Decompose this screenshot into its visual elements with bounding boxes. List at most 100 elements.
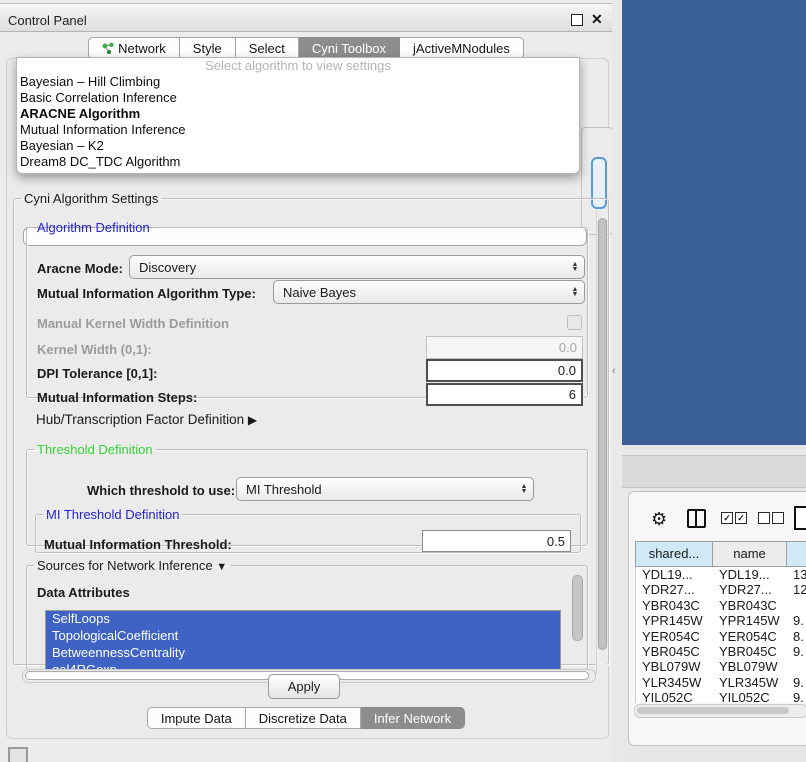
tab-select[interactable]: Select bbox=[236, 37, 299, 59]
table-row[interactable]: YBL079WYBL079W bbox=[636, 659, 806, 674]
control-panel-title: Control Panel bbox=[8, 13, 87, 28]
which-threshold-select[interactable]: MI Threshold ▲▼ bbox=[236, 477, 534, 501]
dropdown-prompt: Select algorithm to view settings bbox=[17, 58, 579, 74]
tab-style[interactable]: Style bbox=[180, 37, 236, 59]
column-header[interactable]: name bbox=[712, 541, 786, 567]
checked-checkbox-icon[interactable]: ✓ bbox=[721, 512, 733, 524]
table-cell: 9. bbox=[787, 613, 806, 628]
tab-cyni-toolbox[interactable]: Cyni Toolbox bbox=[299, 37, 400, 59]
gear-icon[interactable]: ⚙ bbox=[651, 509, 667, 530]
columns-icon[interactable] bbox=[687, 509, 706, 528]
column-header[interactable] bbox=[786, 541, 806, 567]
dropdown-item[interactable]: Bayesian – K2 bbox=[17, 138, 579, 154]
table-row[interactable]: YLR345WYLR345W9. bbox=[636, 675, 806, 690]
apply-button-label: Apply bbox=[288, 679, 321, 694]
settings-vscrollbar[interactable] bbox=[596, 210, 607, 674]
table-row[interactable]: YBR043CYBR043C bbox=[636, 598, 806, 613]
table-cell: YPR145W bbox=[636, 613, 713, 628]
unchecked-checkbox-icon[interactable] bbox=[772, 512, 784, 524]
panel-splitter[interactable] bbox=[612, 0, 622, 762]
manual-kernel-checkbox[interactable] bbox=[567, 315, 582, 330]
aracne-mode-select[interactable]: Discovery ▲▼ bbox=[129, 255, 585, 279]
control-panel-titlebar: Control Panel ✕ bbox=[0, 3, 612, 32]
table-row[interactable]: YDR27...YDR27...12 bbox=[636, 582, 806, 597]
table-cell: YBL079W bbox=[636, 659, 713, 674]
algorithm-dropdown-popup: Select algorithm to view settings Bayesi… bbox=[16, 57, 580, 174]
table-row[interactable]: YBR045CYBR045C9. bbox=[636, 644, 806, 659]
tab-impute-data[interactable]: Impute Data bbox=[147, 707, 246, 729]
attributes-scrollbar[interactable] bbox=[572, 575, 583, 641]
manual-kernel-label: Manual Kernel Width Definition bbox=[37, 316, 229, 331]
dpi-tolerance-field[interactable]: 0.0 bbox=[426, 359, 583, 382]
mi-type-value: Naive Bayes bbox=[274, 285, 566, 300]
column-header[interactable]: shared... bbox=[635, 541, 712, 567]
kernel-width-label: Kernel Width (0,1): bbox=[37, 342, 152, 357]
table-cell: YDR27... bbox=[713, 582, 787, 597]
node-table: shared...name YDL19...YDL19...13YDR27...… bbox=[635, 541, 806, 703]
mi-threshold-field[interactable]: 0.5 bbox=[422, 530, 571, 552]
mi-threshold-group: MI Threshold Definition Mutual Informati… bbox=[35, 507, 581, 553]
tab-discretize-data[interactable]: Discretize Data bbox=[246, 707, 361, 729]
hub-definition-label: Hub/Transcription Factor Definition bbox=[36, 412, 244, 427]
dropdown-item[interactable]: Bayesian – Hill Climbing bbox=[17, 74, 579, 90]
tab-label: jActiveMNodules bbox=[413, 41, 510, 56]
table-cell: YPR145W bbox=[713, 613, 787, 628]
table-cell: 12 bbox=[787, 582, 806, 597]
chevron-right-icon: ▶ bbox=[248, 413, 257, 427]
table-hscroll-thumb[interactable] bbox=[637, 707, 789, 714]
settings-vscroll-thumb[interactable] bbox=[598, 218, 607, 650]
network-view-frame: GAL7GAL80GAL10GAL1GAL11SWI4GAL4GCY1HAP4Y… bbox=[622, 0, 806, 445]
checked-checkbox-icon[interactable]: ✓ bbox=[735, 512, 747, 524]
control-panel-tab-bar: NetworkStyle Select Cyni Toolbox jActiveMNo… bbox=[0, 37, 612, 59]
tab-jactivemnodules[interactable]: jActiveMNodules bbox=[400, 37, 524, 59]
tab-label: Select bbox=[249, 41, 285, 56]
table-row[interactable]: YDL19...YDL19...13 bbox=[636, 567, 806, 582]
tab-label: Discretize Data bbox=[259, 711, 347, 726]
document-icon[interactable] bbox=[794, 506, 806, 530]
table-row[interactable]: YIL052CYIL052C9. bbox=[636, 690, 806, 703]
table-cell: YDL19... bbox=[713, 567, 787, 582]
table-cell: YER054C bbox=[713, 629, 787, 644]
tab-network[interactable]: Network bbox=[88, 37, 180, 59]
kernel-width-field[interactable]: 0.0 bbox=[426, 336, 583, 359]
apply-button[interactable]: Apply bbox=[268, 674, 340, 699]
table-row[interactable]: YPR145WYPR145W9. bbox=[636, 613, 806, 628]
tab-infer-network[interactable]: Infer Network bbox=[361, 707, 465, 729]
mi-algorithm-type-select[interactable]: Naive Bayes ▲▼ bbox=[273, 280, 585, 304]
dropdown-item[interactable]: Mutual Information Inference bbox=[17, 122, 579, 138]
stepper-arrows-icon: ▲▼ bbox=[515, 484, 533, 494]
attribute-item-selected[interactable]: BetweennessCentrality bbox=[46, 645, 560, 662]
tab-label: Infer Network bbox=[374, 711, 451, 726]
threshold-definition-title: Threshold Definition bbox=[34, 442, 156, 457]
attribute-item-selected[interactable]: TopologicalCoefficient bbox=[46, 628, 560, 645]
table-cell: YBR043C bbox=[636, 598, 713, 613]
mi-threshold-group-title: MI Threshold Definition bbox=[43, 507, 182, 522]
mi-steps-field[interactable]: 6 bbox=[426, 383, 583, 406]
table-cell: 9. bbox=[787, 644, 806, 659]
table-cell: YDL19... bbox=[636, 567, 713, 582]
unchecked-checkbox-icon[interactable] bbox=[758, 512, 770, 524]
docked-window-icon[interactable] bbox=[8, 747, 28, 762]
aracne-mode-value: Discovery bbox=[130, 260, 566, 275]
attribute-item-selected[interactable]: SelfLoops bbox=[46, 611, 560, 628]
splitter-collapse-icon[interactable]: ‹ bbox=[612, 365, 616, 377]
table-cell: YBR043C bbox=[713, 598, 787, 613]
table-row[interactable]: YER054CYER054C8. bbox=[636, 629, 806, 644]
float-window-icon[interactable] bbox=[571, 14, 583, 26]
dropdown-item[interactable]: Basic Correlation Inference bbox=[17, 90, 579, 106]
table-cell: YIL052C bbox=[713, 690, 787, 703]
close-icon[interactable]: ✕ bbox=[591, 11, 603, 28]
dropdown-item[interactable]: ARACNE Algorithm bbox=[17, 106, 579, 122]
table-hscrollbar[interactable] bbox=[634, 704, 806, 718]
hub-definition-toggle[interactable]: Hub/Transcription Factor Definition ▶ bbox=[36, 412, 257, 427]
table-cell: 9. bbox=[787, 675, 806, 690]
dropdown-item[interactable]: Dream8 DC_TDC Algorithm bbox=[17, 154, 579, 170]
sources-title-label: Sources for Network Inference bbox=[37, 558, 213, 573]
sources-title[interactable]: Sources for Network Inference ▼ bbox=[34, 558, 230, 573]
table-header-row: shared...name bbox=[635, 541, 806, 567]
tab-label: Cyni Toolbox bbox=[312, 41, 386, 56]
mi-steps-label: Mutual Information Steps: bbox=[37, 390, 197, 405]
table-cell: YBL079W bbox=[713, 659, 787, 674]
table-cell: YDR27... bbox=[636, 582, 713, 597]
table-cell: 13 bbox=[787, 567, 806, 582]
